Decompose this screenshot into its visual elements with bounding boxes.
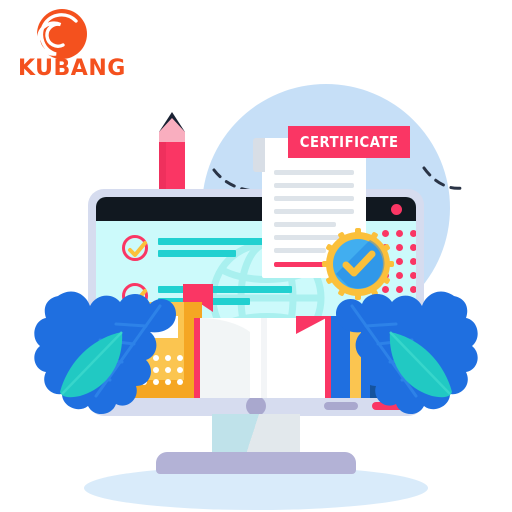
illustration-canvas: KUBANG CERTIFICATE: [0, 0, 512, 512]
monitor-base: [156, 452, 356, 474]
